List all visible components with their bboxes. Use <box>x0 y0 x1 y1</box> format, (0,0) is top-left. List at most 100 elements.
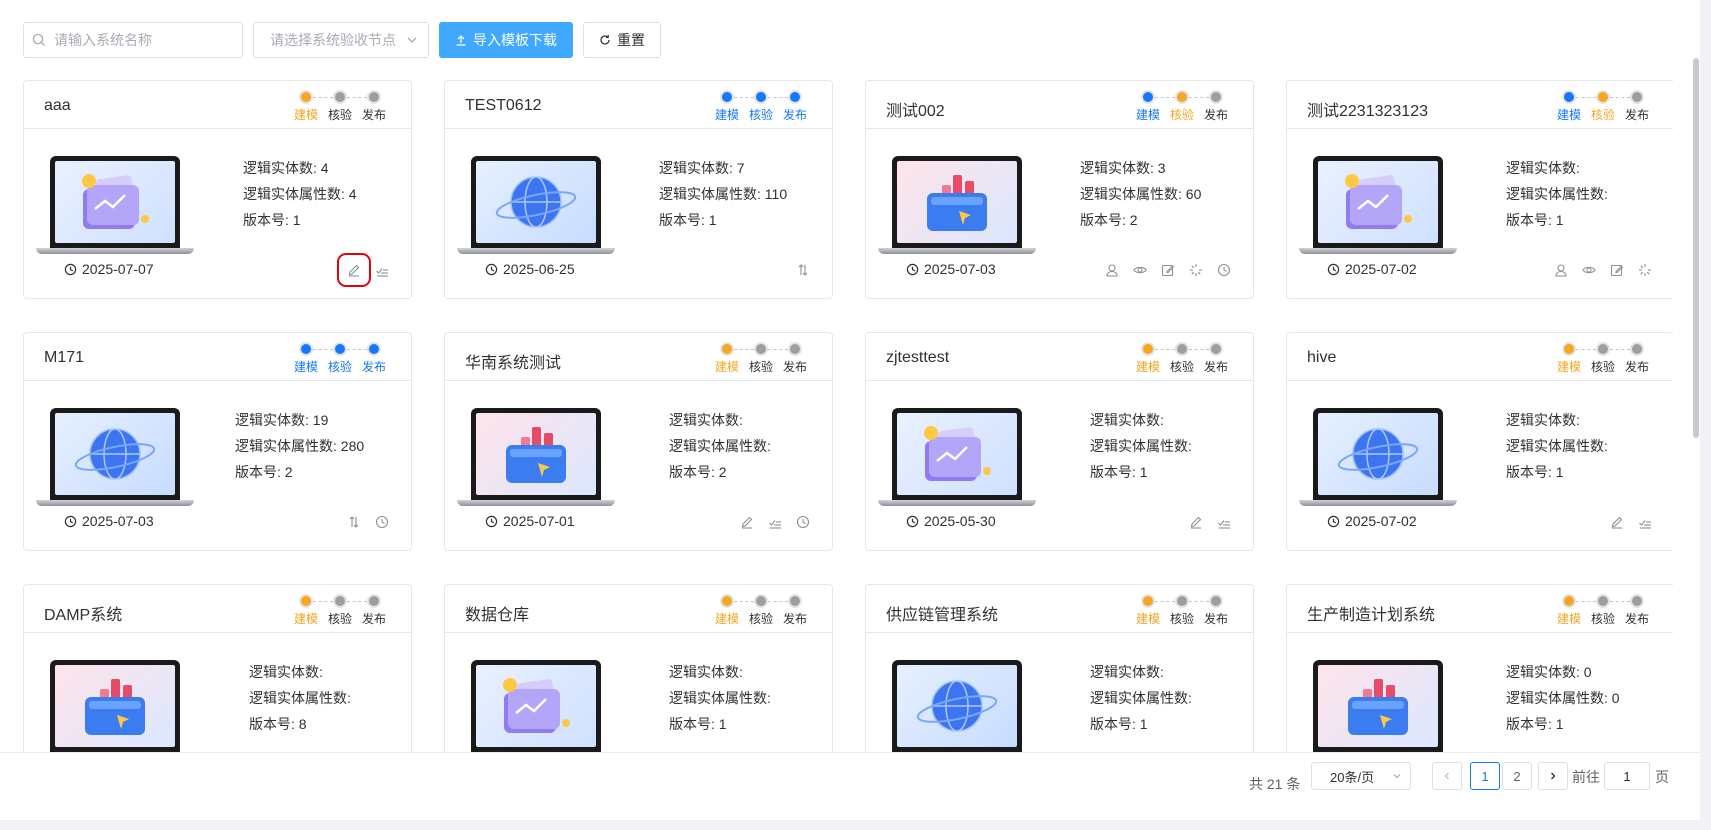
page-1-button[interactable]: 1 <box>1470 762 1500 790</box>
page-size-select[interactable]: 20条/页 <box>1311 762 1411 790</box>
card-header: 测试2231323123 建模 核验 发布 <box>1287 81 1673 129</box>
version-value: 1 <box>1139 716 1148 732</box>
laptop-base <box>457 500 615 506</box>
card-body: 逻辑实体数: 逻辑实体属性数: 版本号: 8 <box>24 633 411 752</box>
system-card[interactable]: hive 建模 核验 发布 逻辑实体数: 逻辑实体属性数: 版本号: 1 202… <box>1286 332 1673 551</box>
step-dot <box>1141 342 1155 356</box>
edit-icon[interactable] <box>1608 513 1626 531</box>
view-icon[interactable] <box>1131 261 1149 279</box>
edit-icon[interactable] <box>337 253 371 287</box>
step-2: 发布 <box>347 592 391 627</box>
goto-page-input[interactable]: 1 <box>1604 762 1650 790</box>
laptop-illustration <box>36 408 194 508</box>
system-card[interactable]: 数据仓库 建模 核验 发布 逻辑实体数: 逻辑实体属性数: 版本号: 1 <box>444 584 833 752</box>
system-name[interactable]: 测试2231323123 <box>1307 97 1428 121</box>
clock-icon[interactable] <box>1215 261 1233 279</box>
check-list-icon[interactable] <box>766 513 784 531</box>
laptop-illustration <box>878 660 1036 752</box>
step-2: 发布 <box>1610 592 1654 627</box>
version-value: 1 <box>708 212 717 228</box>
system-card[interactable]: 华南系统测试 建模 核验 发布 逻辑实体数: 逻辑实体属性数: 版本号: 2 2… <box>444 332 833 551</box>
system-name[interactable]: M171 <box>44 349 84 367</box>
attr-count-row: 逻辑实体属性数: <box>249 685 351 711</box>
attr-count-value: 0 <box>1611 690 1620 706</box>
acceptance-node-select[interactable]: 请选择系统验收节点 <box>253 22 429 58</box>
laptop-screen <box>1313 408 1443 500</box>
system-name[interactable]: 数据仓库 <box>465 601 529 625</box>
system-name[interactable]: 生产制造计划系统 <box>1307 601 1435 625</box>
system-card[interactable]: 测试002 建模 核验 发布 逻辑实体数: 3 逻辑实体属性数: 60 版本号:… <box>865 80 1254 299</box>
check-list-icon[interactable] <box>1636 513 1654 531</box>
attr-count-label: 逻辑实体属性数: <box>669 438 771 454</box>
transfer-icon[interactable] <box>794 261 812 279</box>
entity-count-row: 逻辑实体数: 7 <box>659 155 787 181</box>
reset-button[interactable]: 重置 <box>583 22 661 58</box>
entity-count-label: 逻辑实体数: <box>659 160 733 176</box>
acceptance-steps: 建模 核验 发布 <box>710 592 812 627</box>
version-label: 版本号: <box>669 716 715 732</box>
system-name[interactable]: DAMP系统 <box>44 601 122 625</box>
check-list-icon[interactable] <box>1215 513 1233 531</box>
card-info: 逻辑实体数: 逻辑实体属性数: 版本号: 1 <box>1090 407 1192 485</box>
step-dot <box>367 342 381 356</box>
laptop-screen <box>50 408 180 500</box>
edit-box-icon[interactable] <box>1608 261 1626 279</box>
step-label: 建模 <box>1135 108 1160 122</box>
next-page-button[interactable] <box>1538 762 1568 790</box>
system-name[interactable]: 测试002 <box>886 97 945 121</box>
system-name[interactable]: 供应链管理系统 <box>886 601 998 625</box>
entity-count-value: 4 <box>320 160 329 176</box>
loading-icon[interactable] <box>1187 261 1205 279</box>
step-dot <box>1175 90 1189 104</box>
attr-count-row: 逻辑实体属性数: 4 <box>243 181 357 207</box>
system-card[interactable]: aaa 建模 核验 发布 逻辑实体数: 4 逻辑实体属性数: 4 版本号: 1 <box>23 80 412 299</box>
refresh-icon <box>600 35 610 45</box>
edit-box-icon[interactable] <box>1159 261 1177 279</box>
step-label: 核验 <box>327 108 352 122</box>
version-row: 版本号: 1 <box>1506 459 1608 485</box>
edit-icon[interactable] <box>738 513 756 531</box>
attr-count-row: 逻辑实体属性数: <box>1090 685 1192 711</box>
toolbar: 请输入系统名称 请选择系统验收节点 导入模板下载 重置 <box>23 22 661 58</box>
card-body: 逻辑实体数: 0 逻辑实体属性数: 0 版本号: 1 <box>1287 633 1673 752</box>
step-label: 发布 <box>361 612 386 626</box>
transfer-icon[interactable] <box>345 513 363 531</box>
step-dot <box>367 90 381 104</box>
system-name[interactable]: TEST0612 <box>465 97 541 115</box>
edit-icon[interactable] <box>1187 513 1205 531</box>
system-card[interactable]: 供应链管理系统 建模 核验 发布 逻辑实体数: 逻辑实体属性数: 版本号: 1 <box>865 584 1254 752</box>
date-value: 2025-07-07 <box>82 261 154 277</box>
loading-icon[interactable] <box>1636 261 1654 279</box>
system-card[interactable]: zjtesttest 建模 核验 发布 逻辑实体数: 逻辑实体属性数: 版本号:… <box>865 332 1254 551</box>
clock-icon[interactable] <box>373 513 391 531</box>
page-2-button[interactable]: 2 <box>1502 762 1532 790</box>
entity-count-row: 逻辑实体数: 0 <box>1506 659 1620 685</box>
check-list-icon[interactable] <box>373 261 391 279</box>
system-name[interactable]: aaa <box>44 97 71 115</box>
system-card[interactable]: TEST0612 建模 核验 发布 逻辑实体数: 7 逻辑实体属性数: 110 … <box>444 80 833 299</box>
version-label: 版本号: <box>1090 716 1136 732</box>
attr-count-label: 逻辑实体属性数: <box>669 690 771 706</box>
scrollbar-thumb[interactable] <box>1693 58 1699 438</box>
step-dot <box>1141 90 1155 104</box>
system-card[interactable]: M171 建模 核验 发布 逻辑实体数: 19 逻辑实体属性数: 280 版本号… <box>23 332 412 551</box>
system-card[interactable]: DAMP系统 建模 核验 发布 逻辑实体数: 逻辑实体属性数: 版本号: 8 <box>23 584 412 752</box>
step-label: 发布 <box>1624 360 1649 374</box>
user-icon[interactable] <box>1552 261 1570 279</box>
user-icon[interactable] <box>1103 261 1121 279</box>
search-input[interactable]: 请输入系统名称 <box>23 22 243 58</box>
version-label: 版本号: <box>243 212 289 228</box>
clock-icon[interactable] <box>794 513 812 531</box>
step-dot <box>788 342 802 356</box>
view-icon[interactable] <box>1580 261 1598 279</box>
card-date: 2025-07-07 <box>64 261 154 277</box>
system-name[interactable]: zjtesttest <box>886 349 949 367</box>
system-card[interactable]: 测试2231323123 建模 核验 发布 逻辑实体数: 逻辑实体属性数: 版本… <box>1286 80 1673 299</box>
acceptance-steps: 建模 核验 发布 <box>1131 592 1233 627</box>
system-name[interactable]: hive <box>1307 349 1336 367</box>
system-name[interactable]: 华南系统测试 <box>465 349 561 373</box>
prev-page-button[interactable] <box>1432 762 1462 790</box>
system-card[interactable]: 生产制造计划系统 建模 核验 发布 逻辑实体数: 0 逻辑实体属性数: 0 版本… <box>1286 584 1673 752</box>
card-header: zjtesttest 建模 核验 发布 <box>866 333 1253 381</box>
import-template-button[interactable]: 导入模板下载 <box>439 22 573 58</box>
